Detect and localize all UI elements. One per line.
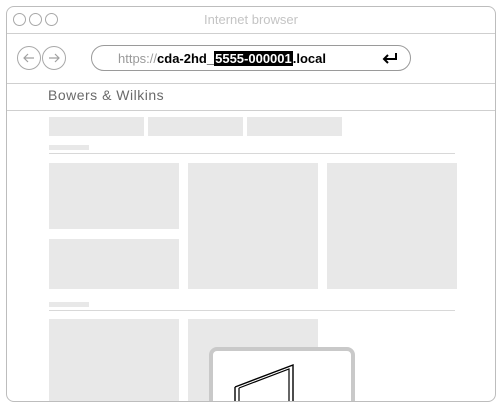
address-bar[interactable]: https://cda-2hd_5555-000001.local <box>91 45 411 71</box>
url-host: cda-2hd_ <box>157 51 215 66</box>
header-divider <box>7 110 495 111</box>
content-card-placeholder <box>49 163 179 229</box>
browser-window: Internet browser https://cda-2hd_5555-00… <box>6 6 496 402</box>
back-button[interactable] <box>17 46 41 70</box>
nav-placeholder-2 <box>148 117 243 136</box>
nav-placeholder-1 <box>49 117 144 136</box>
back-arrow-icon <box>23 53 34 63</box>
content-card-placeholder <box>188 163 318 289</box>
browser-toolbar: https://cda-2hd_5555-000001.local <box>7 34 495 84</box>
address-text[interactable]: https://cda-2hd_5555-000001.local <box>118 51 326 66</box>
window-title: Internet browser <box>204 12 298 27</box>
section-divider <box>49 310 455 311</box>
url-scheme: https:// <box>118 51 158 66</box>
enter-return-icon[interactable] <box>380 50 400 66</box>
site-logo[interactable]: Bowers & Wilkins <box>48 87 164 103</box>
url-selected-text: 5555-000001 <box>214 51 293 66</box>
content-card-placeholder <box>327 163 457 289</box>
section-heading-placeholder <box>49 145 89 150</box>
section-divider <box>49 153 455 154</box>
nav-placeholder-3 <box>247 117 342 136</box>
content-card-placeholder <box>49 319 179 401</box>
speaker-device-icon <box>234 363 294 401</box>
title-bar: Internet browser <box>7 7 495 34</box>
forward-button[interactable] <box>42 46 66 70</box>
section-heading-placeholder <box>49 302 89 307</box>
device-illustration <box>209 347 355 401</box>
url-suffix: .local <box>292 51 326 66</box>
content-card-placeholder <box>49 239 179 289</box>
forward-arrow-icon <box>49 53 60 63</box>
